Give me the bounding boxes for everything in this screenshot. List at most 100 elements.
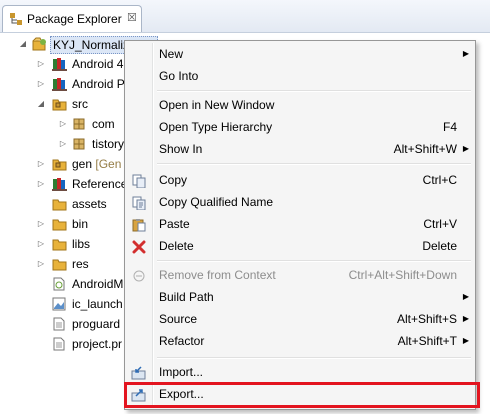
menu-item-label: Build Path: [159, 290, 214, 304]
tab-package-explorer[interactable]: Package Explorer ☒: [2, 5, 142, 32]
tree-item-label: tistory: [92, 137, 125, 151]
library-icon: [52, 57, 67, 71]
tree-item-label: ic_launch: [72, 297, 123, 311]
menu-item-source[interactable]: Source Alt+Shift+S ▶: [127, 308, 473, 330]
menu-item-go-into[interactable]: Go Into: [127, 65, 473, 87]
tree-item-label: res: [72, 257, 89, 271]
menu-item-paste[interactable]: Paste Ctrl+V: [127, 213, 473, 235]
close-icon[interactable]: ☒: [127, 11, 137, 24]
tree-item-label: Reference: [72, 177, 128, 191]
tab-label: Package Explorer: [27, 12, 122, 26]
menu-item-open-in-new-window[interactable]: Open in New Window: [127, 94, 473, 116]
expand-icon[interactable]: ▷: [36, 154, 46, 174]
submenu-arrow-icon: ▶: [462, 144, 469, 153]
text-file-icon: [52, 317, 66, 331]
export-highlight-box: [124, 382, 480, 408]
menu-item-label: Copy Qualified Name: [159, 195, 274, 209]
menu-item-label: Remove from Context: [159, 268, 276, 282]
folder-icon: [52, 217, 67, 231]
package-icon: [72, 137, 86, 151]
menu-item-delete[interactable]: Delete Delete: [127, 235, 473, 257]
menu-item-shortcut: Alt+Shift+S: [396, 312, 457, 326]
text-file-icon: [52, 337, 66, 351]
tree-item-label: gen [Gen: [72, 157, 122, 171]
android-project-icon: [32, 37, 46, 51]
tree-item-label: src: [72, 97, 88, 111]
expand-icon[interactable]: ▷: [36, 54, 46, 74]
menu-item-remove-from-context[interactable]: Remove from Context Ctrl+Alt+Shift+Down: [127, 264, 473, 286]
menu-item-label: Go Into: [159, 69, 199, 83]
menu-item-label: Import...: [159, 365, 204, 379]
submenu-arrow-icon: ▶: [462, 49, 469, 58]
menu-separator: [157, 163, 471, 165]
expand-icon[interactable]: ▷: [58, 134, 68, 154]
menu-item-shortcut: F4: [442, 120, 457, 134]
collapse-icon[interactable]: ◢: [18, 34, 28, 54]
library-icon: [52, 177, 67, 191]
view-header: Package Explorer ☒: [0, 0, 490, 33]
tree-item-label: assets: [72, 197, 107, 211]
expand-icon[interactable]: ▷: [36, 74, 46, 94]
package-icon: [72, 117, 86, 131]
collapse-icon[interactable]: ◢: [36, 94, 46, 114]
tree-item-label: project.pr: [72, 337, 123, 351]
import-icon: [131, 365, 147, 380]
tree-item-label: AndroidM: [72, 277, 124, 291]
menu-separator: [157, 90, 471, 92]
menu-separator: [157, 260, 471, 262]
submenu-arrow-icon: ▶: [462, 292, 469, 301]
menu-item-build-path[interactable]: Build Path ▶: [127, 286, 473, 308]
menu-item-shortcut: Ctrl+V: [423, 217, 457, 231]
menu-item-copy-qualified-name[interactable]: Copy Qualified Name: [127, 191, 473, 213]
tree-item-label: Android 4: [72, 57, 124, 71]
expand-icon[interactable]: ▷: [36, 174, 46, 194]
menu-item-label: Open Type Hierarchy: [159, 120, 273, 134]
menu-item-label: Open in New Window: [159, 98, 275, 112]
menu-item-label: Delete: [159, 239, 194, 253]
tree-item-label: libs: [72, 237, 91, 251]
menu-item-refactor[interactable]: Refactor Alt+Shift+T ▶: [127, 330, 473, 352]
menu-item-shortcut: Alt+Shift+W: [393, 142, 457, 156]
library-icon: [52, 77, 67, 91]
menu-item-import[interactable]: Import...: [127, 361, 473, 383]
menu-item-label: Paste: [159, 217, 190, 231]
android-file-icon: [52, 277, 66, 291]
menu-item-label: Copy: [159, 173, 188, 187]
folder-icon: [52, 237, 67, 251]
delete-icon: [131, 239, 147, 254]
copy-qualified-icon: [131, 195, 147, 211]
expand-icon[interactable]: ▷: [36, 254, 46, 274]
menu-item-shortcut: Alt+Shift+T: [397, 334, 457, 348]
source-folder-icon: [52, 157, 67, 171]
package-explorer-icon: [9, 12, 23, 29]
menu-separator: [157, 357, 471, 359]
menu-item-open-type-hierarchy[interactable]: Open Type Hierarchy F4: [127, 116, 473, 138]
menu-item-copy[interactable]: Copy Ctrl+C: [127, 169, 473, 191]
paste-icon: [131, 217, 147, 232]
menu-item-shortcut: Ctrl+Alt+Shift+Down: [348, 268, 457, 282]
source-folder-icon: [52, 97, 67, 111]
expand-icon[interactable]: ▷: [36, 214, 46, 234]
folder-icon: [52, 197, 67, 211]
context-menu: New ▶ Go Into Open in New Window Open Ty…: [124, 40, 476, 410]
submenu-arrow-icon: ▶: [462, 314, 469, 323]
menu-item-new[interactable]: New ▶: [127, 43, 473, 65]
menu-item-label: New: [159, 47, 184, 61]
menu-item-label: Refactor: [159, 334, 205, 348]
remove-context-icon: [131, 268, 147, 282]
menu-item-shortcut: Delete: [422, 239, 457, 253]
menu-item-label: Source: [159, 312, 198, 326]
tree-item-label: com: [92, 117, 115, 131]
menu-item-label: Show In: [159, 142, 203, 156]
tree-item-decoration: [Gen: [95, 157, 122, 171]
menu-item-shortcut: Ctrl+C: [422, 173, 457, 187]
tree-item-label: Android P: [72, 77, 125, 91]
tree-item-label: proguard: [72, 317, 121, 331]
menu-item-show-in[interactable]: Show In Alt+Shift+W ▶: [127, 138, 473, 160]
folder-icon: [52, 257, 67, 271]
submenu-arrow-icon: ▶: [462, 336, 469, 345]
expand-icon[interactable]: ▷: [58, 114, 68, 134]
expand-icon[interactable]: ▷: [36, 234, 46, 254]
tree-item-label: bin: [72, 217, 89, 231]
copy-icon: [131, 173, 147, 189]
